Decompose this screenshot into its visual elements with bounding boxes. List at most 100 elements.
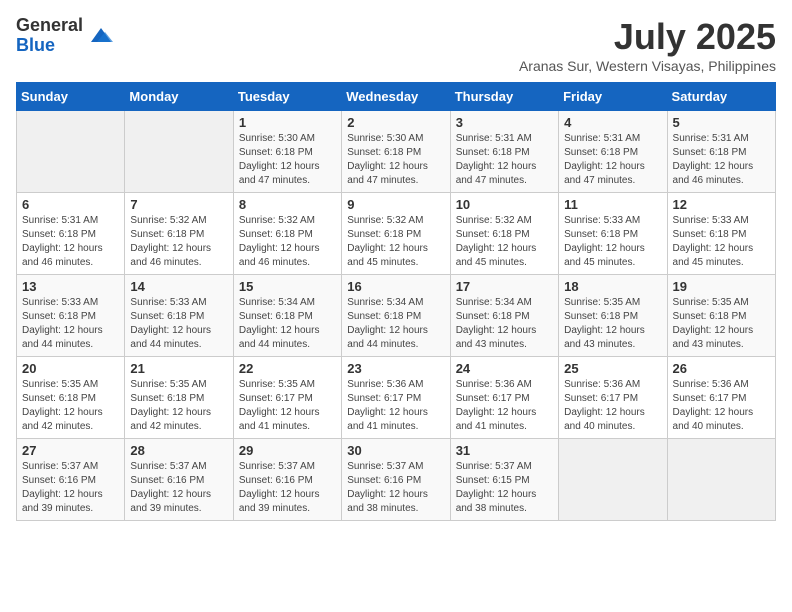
day-cell: 10 Sunrise: 5:32 AM Sunset: 6:18 PM Dayli… — [450, 193, 558, 275]
day-number: 16 — [347, 279, 444, 294]
subtitle: Aranas Sur, Western Visayas, Philippines — [519, 58, 776, 74]
day-number: 18 — [564, 279, 661, 294]
day-number: 7 — [130, 197, 227, 212]
day-number: 29 — [239, 443, 336, 458]
day-cell: 12 Sunrise: 5:33 AM Sunset: 6:18 PM Dayli… — [667, 193, 775, 275]
day-info: Sunrise: 5:33 AM Sunset: 6:18 PM Dayligh… — [22, 296, 119, 352]
day-info: Sunrise: 5:32 AM Sunset: 6:18 PM Dayligh… — [130, 214, 227, 270]
day-number: 31 — [456, 443, 553, 458]
day-info: Sunrise: 5:35 AM Sunset: 6:17 PM Dayligh… — [239, 378, 336, 434]
day-cell: 22 Sunrise: 5:35 AM Sunset: 6:17 PM Dayli… — [233, 357, 341, 439]
day-cell: 30 Sunrise: 5:37 AM Sunset: 6:16 PM Dayli… — [342, 439, 450, 521]
logo: General Blue — [16, 16, 115, 56]
day-info: Sunrise: 5:37 AM Sunset: 6:16 PM Dayligh… — [347, 460, 444, 516]
day-cell: 14Sunrise: 5:33 AM Sunset: 6:18 PM Dayli… — [125, 275, 233, 357]
day-number: 20 — [22, 361, 119, 376]
day-number: 1 — [239, 115, 336, 130]
day-cell: 1Sunrise: 5:30 AM Sunset: 6:18 PM Daylig… — [233, 111, 341, 193]
day-number: 3 — [456, 115, 553, 130]
day-cell: 19Sunrise: 5:35 AM Sunset: 6:18 PM Dayli… — [667, 275, 775, 357]
day-cell: 28 Sunrise: 5:37 AM Sunset: 6:16 PM Dayli… — [125, 439, 233, 521]
day-info: Sunrise: 5:34 AM Sunset: 6:18 PM Dayligh… — [456, 296, 553, 352]
day-info: Sunrise: 5:31 AM Sunset: 6:18 PM Dayligh… — [456, 132, 553, 188]
day-number: 14 — [130, 279, 227, 294]
column-header-saturday: Saturday — [667, 83, 775, 111]
day-number: 27 — [22, 443, 119, 458]
day-cell: 11 Sunrise: 5:33 AM Sunset: 6:18 PM Dayli… — [559, 193, 667, 275]
logo-general: General — [16, 16, 83, 36]
day-info: Sunrise: 5:37 AM Sunset: 6:16 PM Dayligh… — [239, 460, 336, 516]
page-header: General Blue July 2025 Aranas Sur, Weste… — [16, 16, 776, 74]
day-info: Sunrise: 5:34 AM Sunset: 6:18 PM Dayligh… — [239, 296, 336, 352]
day-info: Sunrise: 5:32 AM Sunset: 6:18 PM Dayligh… — [456, 214, 553, 270]
day-number: 21 — [130, 361, 227, 376]
day-cell: 25Sunrise: 5:36 AM Sunset: 6:17 PM Dayli… — [559, 357, 667, 439]
day-number: 28 — [130, 443, 227, 458]
day-cell: 27 Sunrise: 5:37 AM Sunset: 6:16 PM Dayli… — [17, 439, 125, 521]
day-number: 22 — [239, 361, 336, 376]
day-info: Sunrise: 5:37 AM Sunset: 6:15 PM Dayligh… — [456, 460, 553, 516]
day-number: 19 — [673, 279, 770, 294]
day-info: Sunrise: 5:33 AM Sunset: 6:18 PM Dayligh… — [564, 214, 661, 270]
day-number: 23 — [347, 361, 444, 376]
column-header-friday: Friday — [559, 83, 667, 111]
day-cell: 16 Sunrise: 5:34 AM Sunset: 6:18 PM Dayli… — [342, 275, 450, 357]
day-number: 30 — [347, 443, 444, 458]
column-header-thursday: Thursday — [450, 83, 558, 111]
day-cell: 3 Sunrise: 5:31 AM Sunset: 6:18 PM Daylig… — [450, 111, 558, 193]
day-info: Sunrise: 5:35 AM Sunset: 6:18 PM Dayligh… — [564, 296, 661, 352]
day-cell: 24Sunrise: 5:36 AM Sunset: 6:17 PM Dayli… — [450, 357, 558, 439]
week-row-3: 13 Sunrise: 5:33 AM Sunset: 6:18 PM Dayli… — [17, 275, 776, 357]
day-cell: 31 Sunrise: 5:37 AM Sunset: 6:15 PM Dayli… — [450, 439, 558, 521]
day-info: Sunrise: 5:31 AM Sunset: 6:18 PM Dayligh… — [673, 132, 770, 188]
column-header-monday: Monday — [125, 83, 233, 111]
day-cell — [559, 439, 667, 521]
day-cell: 17Sunrise: 5:34 AM Sunset: 6:18 PM Dayli… — [450, 275, 558, 357]
day-info: Sunrise: 5:36 AM Sunset: 6:17 PM Dayligh… — [673, 378, 770, 434]
day-number: 11 — [564, 197, 661, 212]
day-number: 9 — [347, 197, 444, 212]
day-number: 25 — [564, 361, 661, 376]
week-row-4: 20 Sunrise: 5:35 AM Sunset: 6:18 PM Dayli… — [17, 357, 776, 439]
day-cell — [17, 111, 125, 193]
day-number: 6 — [22, 197, 119, 212]
day-cell: 8Sunrise: 5:32 AM Sunset: 6:18 PM Daylig… — [233, 193, 341, 275]
day-number: 13 — [22, 279, 119, 294]
day-cell: 7 Sunrise: 5:32 AM Sunset: 6:18 PM Daylig… — [125, 193, 233, 275]
day-info: Sunrise: 5:32 AM Sunset: 6:18 PM Dayligh… — [239, 214, 336, 270]
day-number: 10 — [456, 197, 553, 212]
day-info: Sunrise: 5:37 AM Sunset: 6:16 PM Dayligh… — [22, 460, 119, 516]
day-number: 12 — [673, 197, 770, 212]
day-cell: 20 Sunrise: 5:35 AM Sunset: 6:18 PM Dayli… — [17, 357, 125, 439]
day-number: 26 — [673, 361, 770, 376]
day-cell: 13 Sunrise: 5:33 AM Sunset: 6:18 PM Dayli… — [17, 275, 125, 357]
day-info: Sunrise: 5:30 AM Sunset: 6:18 PM Dayligh… — [347, 132, 444, 188]
day-cell: 5Sunrise: 5:31 AM Sunset: 6:18 PM Daylig… — [667, 111, 775, 193]
day-info: Sunrise: 5:36 AM Sunset: 6:17 PM Dayligh… — [347, 378, 444, 434]
column-header-sunday: Sunday — [17, 83, 125, 111]
day-cell: 9 Sunrise: 5:32 AM Sunset: 6:18 PM Daylig… — [342, 193, 450, 275]
month-title: July 2025 — [519, 16, 776, 58]
day-cell: 18 Sunrise: 5:35 AM Sunset: 6:18 PM Dayli… — [559, 275, 667, 357]
day-info: Sunrise: 5:34 AM Sunset: 6:18 PM Dayligh… — [347, 296, 444, 352]
day-cell: 23 Sunrise: 5:36 AM Sunset: 6:17 PM Dayli… — [342, 357, 450, 439]
column-header-wednesday: Wednesday — [342, 83, 450, 111]
day-cell — [667, 439, 775, 521]
day-cell: 29 Sunrise: 5:37 AM Sunset: 6:16 PM Dayli… — [233, 439, 341, 521]
title-area: July 2025 Aranas Sur, Western Visayas, P… — [519, 16, 776, 74]
week-row-1: 1 Sunrise: 5:30 AM Sunset: 6:18 PM Daylig… — [17, 111, 776, 193]
day-info: Sunrise: 5:35 AM Sunset: 6:18 PM Dayligh… — [22, 378, 119, 434]
day-number: 24 — [456, 361, 553, 376]
day-info: Sunrise: 5:32 AM Sunset: 6:18 PM Dayligh… — [347, 214, 444, 270]
week-row-5: 27 Sunrise: 5:37 AM Sunset: 6:16 PM Dayli… — [17, 439, 776, 521]
day-number: 15 — [239, 279, 336, 294]
day-cell: 26 Sunrise: 5:36 AM Sunset: 6:17 PM Dayli… — [667, 357, 775, 439]
day-info: Sunrise: 5:33 AM Sunset: 6:18 PM Dayligh… — [673, 214, 770, 270]
day-info: Sunrise: 5:37 AM Sunset: 6:16 PM Dayligh… — [130, 460, 227, 516]
logo-icon — [87, 22, 115, 50]
day-info: Sunrise: 5:35 AM Sunset: 6:18 PM Dayligh… — [130, 378, 227, 434]
day-cell: 6 Sunrise: 5:31 AM Sunset: 6:18 PM Daylig… — [17, 193, 125, 275]
calendar-body: 1 Sunrise: 5:30 AM Sunset: 6:18 PM Daylig… — [17, 111, 776, 521]
day-info: Sunrise: 5:31 AM Sunset: 6:18 PM Dayligh… — [22, 214, 119, 270]
day-number: 2 — [347, 115, 444, 130]
